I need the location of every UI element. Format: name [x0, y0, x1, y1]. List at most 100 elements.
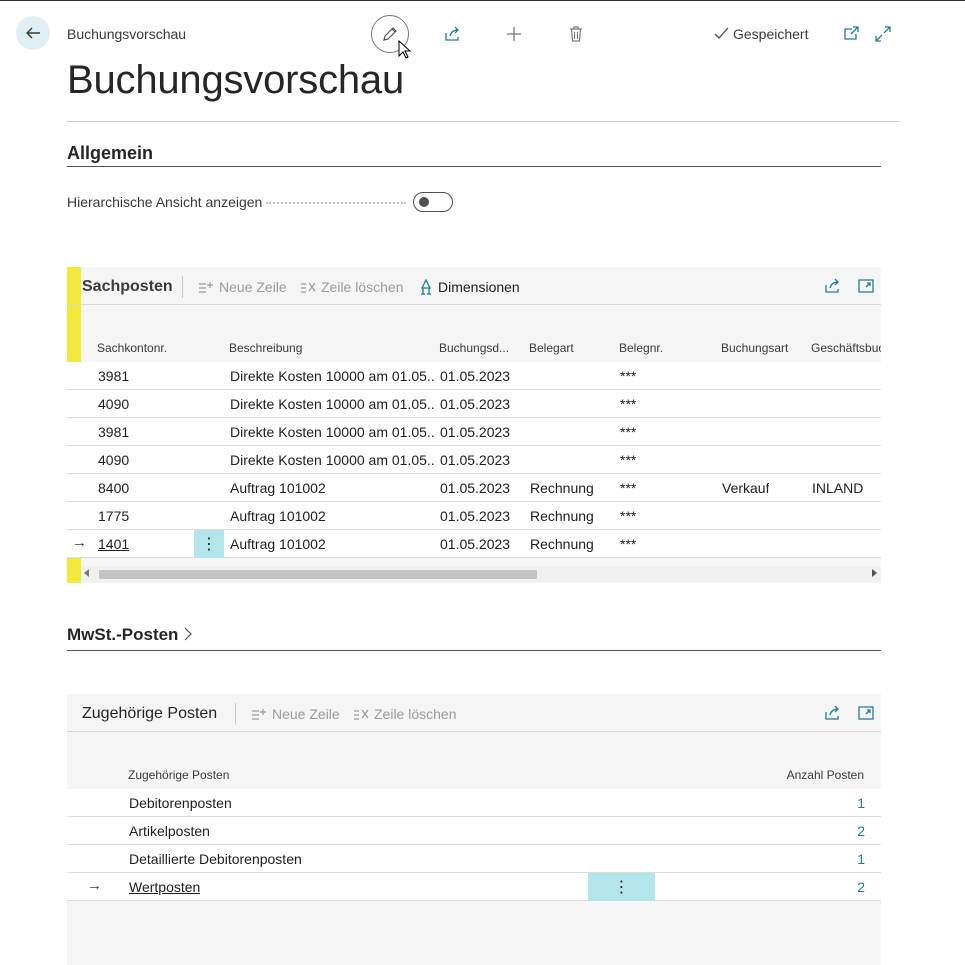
new-line-button[interactable]: Neue Zeile — [198, 279, 287, 295]
gl-entries-rows: 3981 Direkte Kosten 10000 am 01.05... 01… — [67, 362, 881, 558]
table-row[interactable]: Artikelposten 2 — [67, 817, 881, 845]
cell-date: 01.05.2023 — [440, 480, 511, 496]
table-row[interactable]: 4090 Direkte Kosten 10000 am 01.05... 01… — [67, 446, 881, 474]
col-header-business-group[interactable]: Geschäftsbuc — [811, 341, 881, 355]
cell-docno: *** — [620, 536, 637, 552]
row-arrow-icon: → — [87, 877, 102, 894]
cell-date: 01.05.2023 — [440, 396, 511, 412]
table-row-selected[interactable]: → Wertposten ⋮ 2 — [67, 873, 881, 901]
table-row-selected[interactable]: → 1401 ⋮ Auftrag 101002 01.05.2023 Rechn… — [67, 530, 881, 558]
new-line-button[interactable]: Neue Zeile — [251, 706, 340, 722]
gl-entries-header: Sachposten Neue Zeile Zeile löschen Dime… — [67, 267, 881, 305]
dimensions-icon — [420, 279, 432, 295]
col-header-description[interactable]: Beschreibung — [229, 341, 409, 355]
cell-doctype: Rechnung — [530, 480, 594, 496]
cell-description: Auftrag 101002 — [230, 508, 326, 524]
col-header-doc-type[interactable]: Belegart — [529, 341, 609, 355]
scrollbar-thumb[interactable] — [99, 570, 537, 579]
share-button[interactable] — [440, 22, 464, 46]
cell-account: 4090 — [98, 452, 130, 468]
gl-entries-title[interactable]: Sachposten — [82, 278, 173, 296]
new-line-label: Neue Zeile — [272, 706, 340, 722]
cell-entry-name-link[interactable]: Wertposten — [129, 879, 200, 895]
open-new-window-button[interactable] — [839, 22, 863, 46]
table-row[interactable]: Debitorenposten 1 — [67, 789, 881, 817]
delete-line-icon — [354, 709, 369, 720]
part-share-icon[interactable] — [823, 277, 841, 295]
section-general-divider — [67, 166, 881, 167]
cell-account: 3981 — [98, 424, 130, 440]
new-button[interactable] — [502, 22, 526, 46]
cell-date: 01.05.2023 — [440, 508, 511, 524]
cell-docno: *** — [620, 424, 637, 440]
cell-date: 01.05.2023 — [440, 368, 511, 384]
cell-account: 4090 — [98, 396, 130, 412]
cell-entry-name: Artikelposten — [129, 823, 210, 839]
table-row[interactable]: 3981 Direkte Kosten 10000 am 01.05... 01… — [67, 418, 881, 446]
row-actions-ellipsis[interactable]: ⋮ — [194, 530, 224, 558]
delete-line-button[interactable]: Zeile löschen — [353, 706, 457, 722]
checkmark-icon — [714, 27, 729, 39]
table-row[interactable]: Detaillierte Debitorenposten 1 — [67, 845, 881, 873]
scroll-right-icon[interactable] — [872, 569, 877, 577]
dimensions-button[interactable]: Dimensionen — [418, 279, 520, 295]
cell-description: Direkte Kosten 10000 am 01.05... — [230, 368, 435, 384]
col-header-doc-no[interactable]: Belegnr. — [619, 341, 699, 355]
mouse-cursor-icon — [398, 40, 412, 59]
cell-account: 1775 — [98, 508, 130, 524]
cell-entry-count[interactable]: 1 — [857, 851, 865, 867]
back-button[interactable] — [16, 16, 50, 50]
table-row[interactable]: 3981 Direkte Kosten 10000 am 01.05... 01… — [67, 362, 881, 390]
hierarchical-view-toggle[interactable] — [413, 192, 453, 212]
cell-entry-count[interactable]: 2 — [857, 879, 865, 895]
col-header-related-entries[interactable]: Zugehörige Posten — [128, 768, 229, 782]
related-entries-header: Zugehörige Posten Neue Zeile Zeile lösch… — [67, 694, 881, 732]
cell-entry-name: Detaillierte Debitorenposten — [129, 851, 302, 867]
section-vat-title[interactable]: MwSt.-Posten — [67, 625, 193, 645]
cell-date: 01.05.2023 — [440, 452, 511, 468]
header-separator — [182, 276, 183, 298]
new-line-icon — [252, 709, 266, 720]
cell-business-group: INLAND — [812, 480, 864, 496]
row-actions-ellipsis[interactable]: ⋮ — [588, 873, 655, 901]
part-share-icon[interactable] — [823, 704, 841, 722]
new-line-label: Neue Zeile — [219, 279, 287, 295]
table-row[interactable]: 8400 Auftrag 101002 01.05.2023 Rechnung … — [67, 474, 881, 502]
cell-docno: *** — [620, 480, 637, 496]
scroll-left-icon[interactable] — [84, 569, 89, 577]
cell-entry-count[interactable]: 2 — [857, 823, 865, 839]
field-leader-dots — [266, 202, 406, 204]
pencil-icon — [383, 27, 397, 41]
window-top-border — [0, 0, 965, 1]
delete-line-button[interactable]: Zeile löschen — [300, 279, 404, 295]
related-entries-title[interactable]: Zugehörige Posten — [82, 705, 217, 723]
col-header-entry-count[interactable]: Anzahl Posten — [767, 768, 864, 782]
breadcrumb: Buchungsvorschau — [67, 26, 187, 42]
cell-posting-type: Verkauf — [722, 480, 770, 496]
delete-line-label: Zeile löschen — [321, 279, 404, 295]
new-line-icon — [199, 282, 213, 293]
cell-entry-count[interactable]: 1 — [857, 795, 865, 811]
saved-status: Gespeichert — [714, 26, 808, 42]
cell-account: 8400 — [98, 480, 130, 496]
delete-button[interactable] — [564, 22, 588, 46]
cell-account-link[interactable]: 1401 — [98, 536, 129, 552]
col-header-posting-date[interactable]: Buchungsd... — [439, 341, 514, 355]
chevron-right-icon — [184, 627, 193, 641]
table-row[interactable]: 1775 Auftrag 101002 01.05.2023 Rechnung … — [67, 502, 881, 530]
expand-button[interactable] — [871, 22, 895, 46]
section-general-title[interactable]: Allgemein — [67, 143, 153, 164]
cell-description: Direkte Kosten 10000 am 01.05... — [230, 396, 435, 412]
arrow-left-icon — [26, 27, 40, 39]
delete-line-label: Zeile löschen — [374, 706, 457, 722]
part-expand-icon[interactable] — [857, 704, 875, 722]
horizontal-scrollbar[interactable] — [81, 566, 881, 582]
hierarchical-view-label: Hierarchische Ansicht anzeigen — [67, 194, 263, 210]
expand-icon — [875, 26, 891, 42]
related-entries-part: Zugehörige Posten Neue Zeile Zeile lösch… — [67, 694, 881, 965]
cell-entry-name: Debitorenposten — [129, 795, 232, 811]
part-expand-icon[interactable] — [857, 277, 875, 295]
table-row[interactable]: 4090 Direkte Kosten 10000 am 01.05... 01… — [67, 390, 881, 418]
col-header-posting-type[interactable]: Buchungsart — [721, 341, 801, 355]
col-header-account[interactable]: Sachkontonr. — [97, 341, 197, 355]
